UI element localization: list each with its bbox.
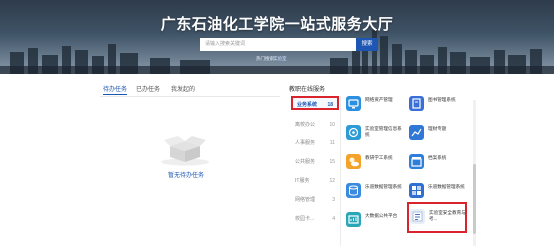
scrollbar-thumb[interactable] bbox=[473, 164, 476, 234]
archive-icon bbox=[409, 154, 424, 169]
data-manage-icon bbox=[409, 183, 424, 198]
app-label: 图书管理系统 bbox=[428, 97, 456, 102]
portal-title: 广东石油化工学院一站式服务大厅 bbox=[160, 16, 394, 33]
data-platform-icon bbox=[346, 212, 361, 227]
category-item[interactable]: 离校办公 10 bbox=[291, 118, 339, 132]
app-data-management[interactable]: 乐道数据管理系统 bbox=[346, 181, 404, 203]
search-button[interactable]: 搜索 bbox=[356, 38, 378, 51]
services-title: 教职在线服务 bbox=[289, 87, 326, 93]
app-label: 乐道数据管理系统 bbox=[365, 184, 402, 189]
app-label: 档案系统 bbox=[428, 155, 447, 160]
category-label: IT服务 bbox=[295, 178, 310, 184]
network-asset-icon bbox=[346, 96, 361, 111]
active-tab-indicator bbox=[103, 94, 127, 95]
tabs-divider bbox=[100, 96, 280, 97]
search-input[interactable]: 请输入搜索关键词 bbox=[200, 38, 356, 51]
category-business-systems[interactable]: 业务系统 18 bbox=[291, 96, 339, 110]
app-teaching-research[interactable]: 教研学工系统 bbox=[346, 152, 404, 174]
app-label: 大数据公共平台 bbox=[365, 213, 398, 218]
category-count: 18 bbox=[327, 102, 333, 108]
category-count: 15 bbox=[329, 159, 335, 165]
category-count: 4 bbox=[332, 216, 335, 222]
category-label: 校园卡... bbox=[295, 216, 315, 222]
category-label: 公共服务 bbox=[295, 159, 316, 165]
app-data-management-2[interactable]: 乐道数据管理系统 bbox=[409, 181, 467, 203]
app-library[interactable]: 图书管理系统 bbox=[409, 94, 467, 116]
category-divider bbox=[340, 96, 341, 246]
category-item[interactable]: IT服务 12 bbox=[291, 174, 339, 188]
category-item[interactable]: 公共服务 15 bbox=[291, 155, 339, 169]
category-count: 3 bbox=[332, 197, 335, 203]
category-label: 业务系统 bbox=[297, 102, 318, 108]
category-count: 10 bbox=[329, 122, 335, 128]
app-archive[interactable]: 档案系统 bbox=[409, 152, 467, 174]
data-icon bbox=[346, 183, 361, 198]
app-finance[interactable]: 理财专题 bbox=[409, 123, 467, 145]
finance-icon bbox=[409, 125, 424, 140]
app-network-asset[interactable]: 网络资产管理 bbox=[346, 94, 404, 116]
app-label: 乐道数据管理系统 bbox=[428, 184, 465, 189]
app-lab-info[interactable]: 实验室管理信息系统 bbox=[346, 123, 404, 145]
category-label: 人事服务 bbox=[295, 140, 316, 146]
category-item[interactable]: 网络管理 3 bbox=[291, 193, 339, 207]
lab-info-icon bbox=[346, 125, 361, 140]
skyline-image bbox=[0, 28, 554, 74]
category-count: 12 bbox=[329, 178, 335, 184]
category-count: 11 bbox=[329, 140, 335, 146]
highlight-lab-safety bbox=[407, 202, 467, 233]
category-item[interactable]: 人事服务 11 bbox=[291, 136, 339, 150]
category-item[interactable]: 校园卡... 4 bbox=[291, 212, 339, 226]
app-data-platform[interactable]: 大数据公共平台 bbox=[346, 210, 404, 232]
app-label: 理财专题 bbox=[428, 126, 447, 131]
tab-done[interactable]: 已办任务 bbox=[136, 84, 160, 93]
tab-todo[interactable]: 待办任务 bbox=[103, 84, 127, 93]
empty-box-icon bbox=[161, 136, 209, 166]
category-label: 离校办公 bbox=[295, 122, 316, 128]
hot-search-link[interactable]: 实验室 bbox=[273, 56, 287, 62]
weather-icon bbox=[346, 154, 361, 169]
empty-state-text: 暂无待办任务 bbox=[167, 173, 204, 179]
banner: 广东石油化工学院一站式服务大厅 请输入搜索关键词 搜索 热门搜索： 实验室 bbox=[0, 0, 554, 74]
app-label: 实验室管理信息系统 bbox=[365, 126, 402, 137]
book-icon bbox=[409, 96, 424, 111]
app-label: 教研学工系统 bbox=[365, 155, 393, 160]
app-label: 网络资产管理 bbox=[365, 97, 393, 102]
tab-initiated[interactable]: 我发起的 bbox=[171, 84, 195, 93]
category-label: 网络管理 bbox=[295, 197, 316, 203]
